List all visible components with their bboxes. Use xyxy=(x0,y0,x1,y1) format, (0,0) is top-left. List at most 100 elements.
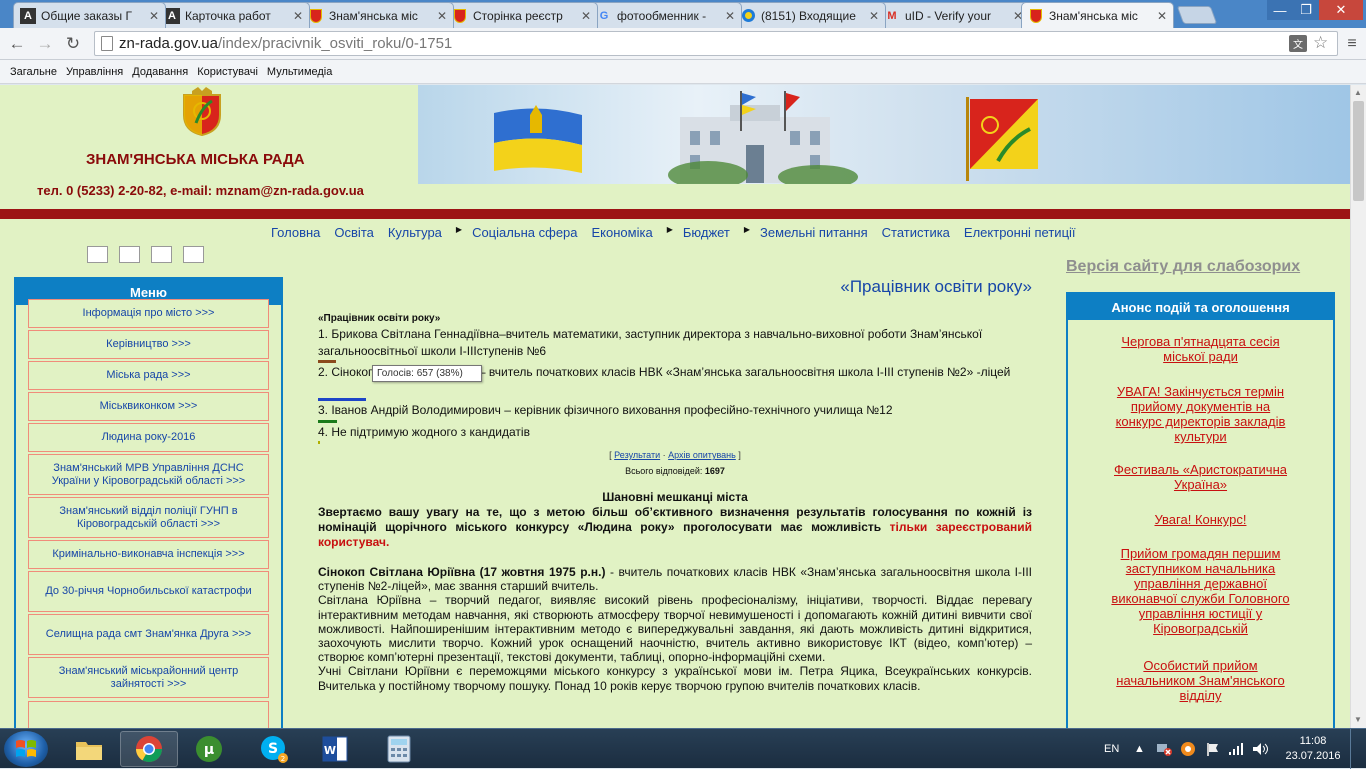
nav-item[interactable]: Головна xyxy=(271,225,320,240)
menu-item[interactable]: Знам'янський відділ поліції ГУНП в Кіров… xyxy=(28,497,269,538)
nav-item-label: Освіта xyxy=(334,225,374,240)
tab-title: Карточка работ xyxy=(185,8,271,23)
nav-item[interactable]: Бюджет xyxy=(683,225,730,240)
tray-signal-icon[interactable] xyxy=(1228,729,1244,769)
announcement-link[interactable]: Фестиваль «Аристократична Україна» xyxy=(1068,462,1333,492)
start-button[interactable] xyxy=(4,731,48,767)
svg-text:W: W xyxy=(324,744,336,757)
maximize-button[interactable]: ❐ xyxy=(1293,0,1319,20)
archive-link[interactable]: Архів опитувань xyxy=(668,450,736,460)
tab-close-icon[interactable]: ✕ xyxy=(291,9,305,23)
close-window-button[interactable]: ✕ xyxy=(1319,0,1363,20)
tab-favicon-icon: A xyxy=(164,7,180,24)
reload-button[interactable]: ↻ xyxy=(62,33,84,55)
tab-close-icon[interactable]: ✕ xyxy=(435,9,449,23)
folder-icon xyxy=(76,742,102,760)
tab-close-icon[interactable]: ✕ xyxy=(723,9,737,23)
weak-vision-link[interactable]: Версія сайту для слабозорих xyxy=(1066,258,1300,276)
social-image-1[interactable] xyxy=(87,246,108,263)
browser-tab[interactable]: A Общие заказы Г ✕ xyxy=(13,2,166,28)
menu-item[interactable]: Міська рада >>> xyxy=(28,361,269,390)
menu-item[interactable]: До 30-річчя Чорнобильської катастрофи xyxy=(28,571,269,612)
menu-item[interactable]: Людина року-2016 xyxy=(28,423,269,452)
network-alert-icon xyxy=(1157,744,1172,756)
show-desktop-button[interactable] xyxy=(1350,729,1366,769)
translate-icon[interactable]: 文 xyxy=(1289,35,1307,52)
chrome-taskbar-button[interactable] xyxy=(120,731,178,767)
tray-flag-icon[interactable] xyxy=(1204,729,1220,769)
main-navigation: Головна Освіта Культура ▶ Соціальна сфера Еко… xyxy=(271,225,1090,240)
menu-item[interactable]: Керівництво >>> xyxy=(28,330,269,359)
word-taskbar-button[interactable]: W xyxy=(306,731,364,767)
menu-item[interactable]: Знам'янський МРВ Управління ДСНС України… xyxy=(28,454,269,495)
new-tab-button[interactable] xyxy=(1176,6,1218,24)
social-image-3[interactable] xyxy=(151,246,172,263)
announcement-link[interactable]: Прийом громадян першим заступником начал… xyxy=(1068,546,1333,636)
announcement-link[interactable]: Увага! Конкурс! xyxy=(1068,512,1333,527)
bookmark-item[interactable]: Додавання xyxy=(132,66,188,78)
bookmark-item[interactable]: Мультимедіа xyxy=(267,66,332,78)
tray-volume-icon[interactable] xyxy=(1252,729,1270,769)
forward-button[interactable]: → xyxy=(34,33,56,55)
bookmark-item[interactable]: Загальне xyxy=(10,66,57,78)
poll-option[interactable]: 4. Не підтримую жодного з кандидатів xyxy=(318,424,1032,441)
poll-option[interactable]: 1. Брикова Світлана Геннадіївна–вчитель … xyxy=(318,326,1032,360)
bookmark-item[interactable]: Управління xyxy=(66,66,123,78)
browser-tab[interactable]: Gфотообменник - ✕ xyxy=(589,2,742,28)
utorrent-taskbar-button[interactable]: µ xyxy=(180,731,238,767)
nav-item[interactable]: Соціальна сфера xyxy=(472,225,577,240)
minimize-button[interactable]: — xyxy=(1267,0,1293,20)
browser-tab[interactable]: Знам'янська міс ✕ xyxy=(301,2,454,28)
bookmark-item[interactable]: Користувачі xyxy=(197,66,258,78)
results-link[interactable]: Результати xyxy=(614,450,660,460)
announcement-link[interactable]: УВАГА! Закінчується термін прийому докум… xyxy=(1068,384,1333,444)
scroll-down-icon[interactable]: ▼ xyxy=(1354,715,1362,724)
tab-close-icon[interactable]: ✕ xyxy=(147,9,161,23)
bio-name: Сінокоп Світлана Юріївна (17 жовтня 1975… xyxy=(318,565,606,579)
tab-close-icon[interactable]: ✕ xyxy=(579,9,593,23)
menu-icon[interactable]: ≡ xyxy=(1341,33,1363,55)
nav-item[interactable]: Статистика xyxy=(882,225,950,240)
tab-title: фотообменник - xyxy=(617,8,707,23)
menu-item-partial[interactable] xyxy=(28,701,269,728)
nav-item[interactable]: Економіка xyxy=(592,225,653,240)
skype-taskbar-button[interactable]: S2 xyxy=(245,731,303,767)
browser-tab[interactable]: Сторінка реєстр ✕ xyxy=(445,2,598,28)
nav-item[interactable]: Освіта xyxy=(334,225,373,240)
poll-option[interactable]: 3. Іванов Андрій Володимирович – керівни… xyxy=(318,402,1032,419)
address-bar[interactable]: zn-rada.gov.ua/index/pracivnik_osviti_ro… xyxy=(94,31,1338,56)
system-clock[interactable]: 11:08 23.07.2016 xyxy=(1284,734,1342,764)
menu-item[interactable]: Інформація про місто >>> xyxy=(28,299,269,328)
scroll-up-icon[interactable]: ▲ xyxy=(1354,88,1362,97)
announcements-title: Анонс подій та оголошення xyxy=(1068,294,1333,320)
announcement-link[interactable]: Чергова п'ятнадцята сесія міської ради xyxy=(1068,334,1333,364)
tray-network-alert-icon[interactable] xyxy=(1156,729,1172,769)
tray-expand-icon[interactable]: ▲ xyxy=(1134,729,1145,769)
menu-item[interactable]: Кримінально-виконавча інспекція >>> xyxy=(28,540,269,569)
browser-tab[interactable]: A Карточка работ ✕ xyxy=(157,2,310,28)
nav-item[interactable]: Культура xyxy=(388,225,442,240)
menu-item[interactable]: Знам'янський міськрайонний центр зайнято… xyxy=(28,657,269,698)
explorer-taskbar-button[interactable] xyxy=(60,731,118,767)
browser-tab[interactable]: MuID - Verify your ✕ xyxy=(877,2,1030,28)
star-icon[interactable]: ☆ xyxy=(1313,33,1328,53)
poll-links: [ Результати · Архів опитувань ] xyxy=(609,450,741,460)
nav-item[interactable]: Земельні питання xyxy=(760,225,868,240)
calculator-taskbar-button[interactable] xyxy=(370,731,428,767)
announcement-link[interactable]: Особистий прийом начальником Знам'янсько… xyxy=(1068,658,1333,703)
scrollbar-thumb[interactable] xyxy=(1353,101,1364,201)
menu-item[interactable]: Міськвиконком >>> xyxy=(28,392,269,421)
language-indicator[interactable]: EN xyxy=(1104,729,1119,769)
nav-item[interactable]: Електронні петиції xyxy=(964,225,1076,240)
back-button[interactable]: ← xyxy=(6,33,28,55)
menu-item[interactable]: Селищна рада смт Знам'янка Друга >>> xyxy=(28,614,269,655)
browser-tab[interactable]: (8151) Входящие ✕ xyxy=(733,2,886,28)
tab-close-icon[interactable]: ✕ xyxy=(867,9,881,23)
social-image-2[interactable] xyxy=(119,246,140,263)
tray-app-icon[interactable] xyxy=(1180,729,1196,769)
page-scrollbar[interactable]: ▲ ▼ xyxy=(1350,85,1366,728)
social-image-4[interactable] xyxy=(183,246,204,263)
browser-tab[interactable]: Знам'янська міс ✕ xyxy=(1021,2,1174,28)
tab-close-icon[interactable]: ✕ xyxy=(1155,9,1169,23)
poll-result-bar xyxy=(318,360,336,363)
